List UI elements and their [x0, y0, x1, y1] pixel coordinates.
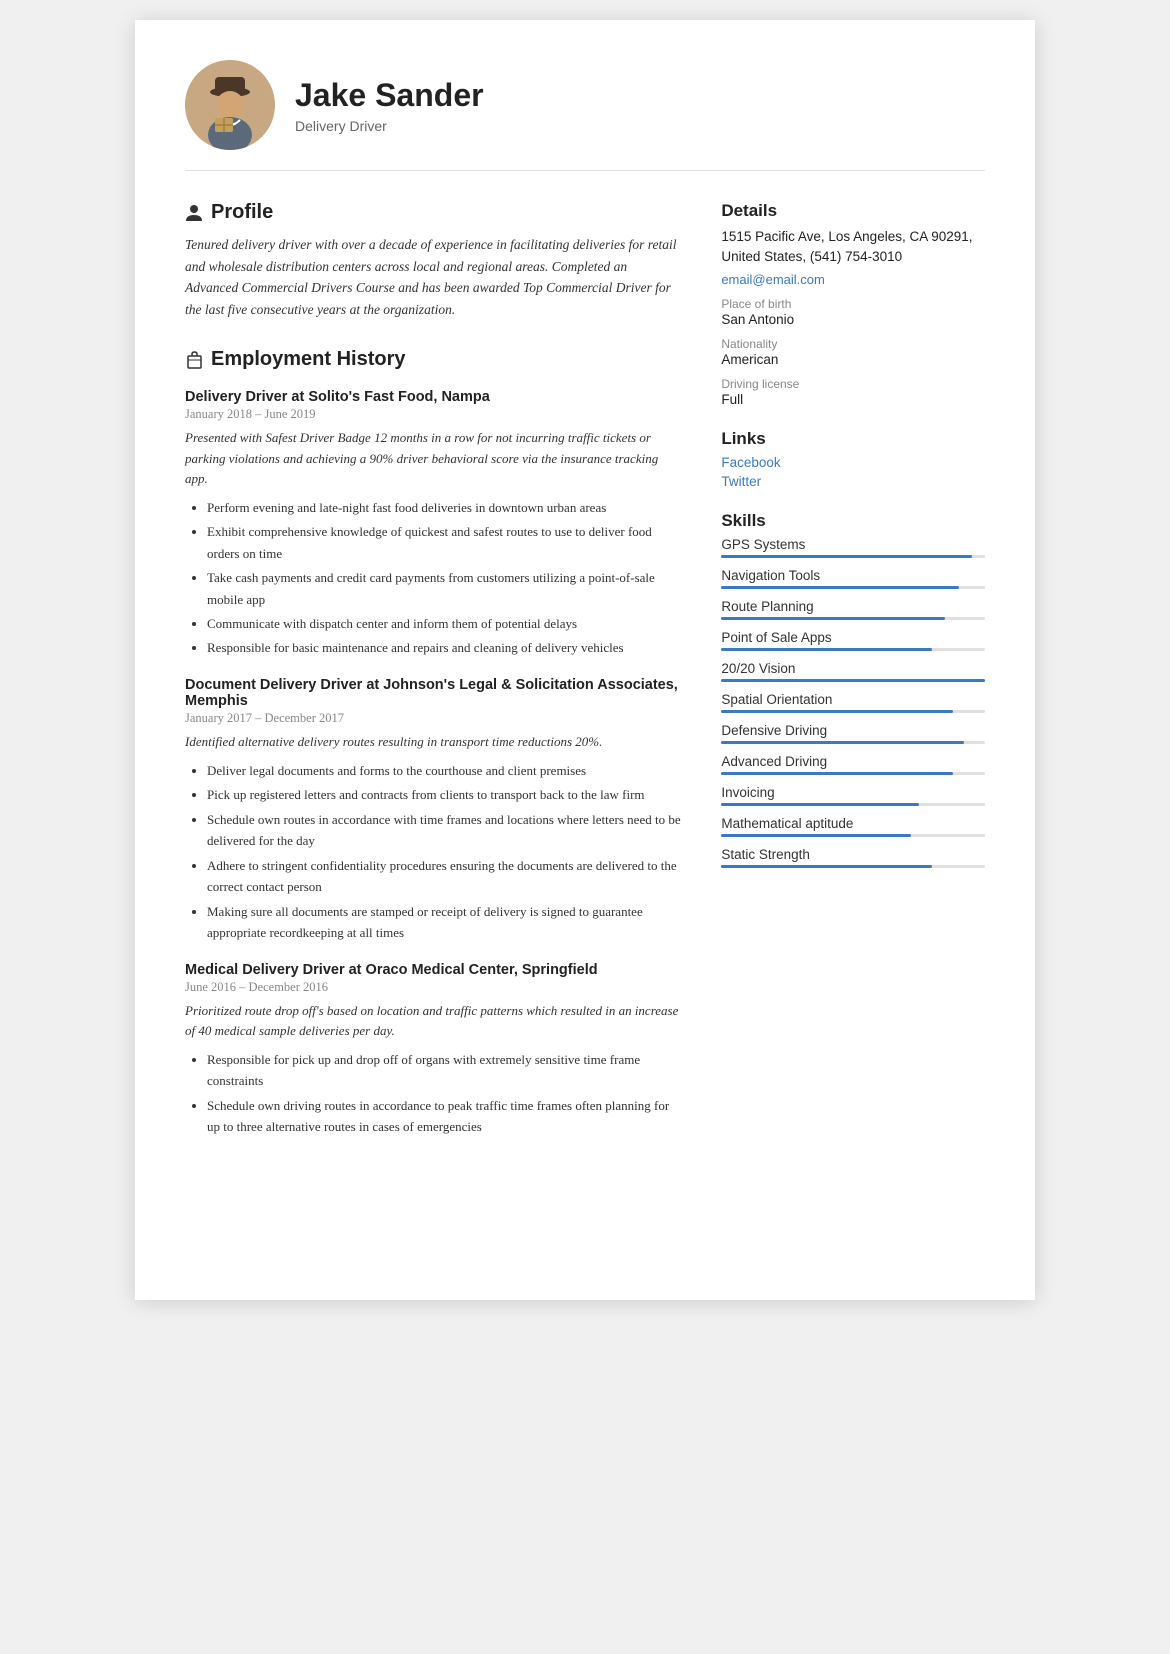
- skill-bar-fill: [721, 834, 911, 837]
- nationality-value: American: [721, 352, 985, 367]
- profile-icon: [185, 204, 203, 222]
- detail-address: 1515 Pacific Ave, Los Angeles, CA 90291,…: [721, 227, 985, 268]
- skill-item: Mathematical aptitude: [721, 816, 985, 837]
- skill-bar-fill: [721, 648, 932, 651]
- skills-section-title: Skills: [721, 511, 985, 531]
- nationality-label: Nationality: [721, 337, 985, 351]
- skill-bar-fill: [721, 865, 932, 868]
- bullet-item: Take cash payments and credit card payme…: [207, 567, 681, 610]
- profile-title: Profile: [211, 201, 273, 224]
- skill-bar-fill: [721, 555, 971, 558]
- candidate-name: Jake Sander: [295, 77, 985, 114]
- skill-item: Point of Sale Apps: [721, 630, 985, 651]
- skill-bar-bg: [721, 865, 985, 868]
- employment-icon: [185, 351, 203, 369]
- job-title-2: Document Delivery Driver at Johnson's Le…: [185, 677, 681, 709]
- bullet-item: Schedule own routes in accordance with t…: [207, 809, 681, 852]
- skill-item: Spatial Orientation: [721, 692, 985, 713]
- skill-name: Route Planning: [721, 599, 985, 614]
- profile-text: Tenured delivery driver with over a deca…: [185, 234, 681, 320]
- place-of-birth-label: Place of birth: [721, 297, 985, 311]
- job-title-1: Delivery Driver at Solito's Fast Food, N…: [185, 389, 681, 405]
- skill-name: Static Strength: [721, 847, 985, 862]
- right-column: Details 1515 Pacific Ave, Los Angeles, C…: [721, 201, 985, 1141]
- skill-bar-bg: [721, 555, 985, 558]
- place-of-birth-value: San Antonio: [721, 312, 985, 327]
- skill-bar-fill: [721, 710, 953, 713]
- links-section-title: Links: [721, 429, 985, 449]
- details-section-title: Details: [721, 201, 985, 221]
- profile-section-header: Profile: [185, 201, 681, 224]
- skill-name: Point of Sale Apps: [721, 630, 985, 645]
- job-bullets-1: Perform evening and late-night fast food…: [185, 497, 681, 659]
- skill-name: Advanced Driving: [721, 754, 985, 769]
- skill-name: Defensive Driving: [721, 723, 985, 738]
- skill-bar-bg: [721, 617, 985, 620]
- skill-name: GPS Systems: [721, 537, 985, 552]
- bullet-item: Communicate with dispatch center and inf…: [207, 613, 681, 634]
- jobs-container: Delivery Driver at Solito's Fast Food, N…: [185, 389, 681, 1137]
- job-date-2: January 2017 – December 2017: [185, 711, 681, 726]
- job-summary-3: Prioritized route drop off's based on lo…: [185, 1001, 681, 1041]
- skill-bar-bg: [721, 803, 985, 806]
- skill-item: Defensive Driving: [721, 723, 985, 744]
- bullet-item: Deliver legal documents and forms to the…: [207, 760, 681, 781]
- employment-section-header: Employment History: [185, 348, 681, 371]
- skill-name: Spatial Orientation: [721, 692, 985, 707]
- job-date-3: June 2016 – December 2016: [185, 980, 681, 995]
- resume-header: Jake Sander Delivery Driver: [185, 60, 985, 171]
- header-info: Jake Sander Delivery Driver: [295, 77, 985, 134]
- bullet-item: Perform evening and late-night fast food…: [207, 497, 681, 518]
- left-column: Profile Tenured delivery driver with ove…: [185, 201, 681, 1141]
- bullet-item: Pick up registered letters and contracts…: [207, 784, 681, 805]
- bullet-item: Exhibit comprehensive knowledge of quick…: [207, 521, 681, 564]
- detail-email: email@email.com: [721, 272, 985, 287]
- skill-bar-bg: [721, 741, 985, 744]
- employment-title: Employment History: [211, 348, 405, 371]
- skill-name: 20/20 Vision: [721, 661, 985, 676]
- skill-bar-fill: [721, 803, 919, 806]
- skill-bar-bg: [721, 710, 985, 713]
- avatar: [185, 60, 275, 150]
- job-summary-2: Identified alternative delivery routes r…: [185, 732, 681, 752]
- skill-bar-bg: [721, 834, 985, 837]
- skill-bar-fill: [721, 679, 985, 682]
- skill-item: Navigation Tools: [721, 568, 985, 589]
- main-layout: Profile Tenured delivery driver with ove…: [185, 201, 985, 1141]
- skill-item: Advanced Driving: [721, 754, 985, 775]
- bullet-item: Responsible for basic maintenance and re…: [207, 637, 681, 658]
- candidate-title: Delivery Driver: [295, 118, 985, 134]
- link-facebook[interactable]: Facebook: [721, 455, 985, 470]
- bullet-item: Responsible for pick up and drop off of …: [207, 1049, 681, 1092]
- job-bullets-2: Deliver legal documents and forms to the…: [185, 760, 681, 944]
- skill-bar-bg: [721, 586, 985, 589]
- driving-license-label: Driving license: [721, 377, 985, 391]
- job-summary-1: Presented with Safest Driver Badge 12 mo…: [185, 428, 681, 488]
- resume-page: Jake Sander Delivery Driver Profile Tenu…: [135, 20, 1035, 1300]
- skill-bar-bg: [721, 679, 985, 682]
- skill-bar-bg: [721, 772, 985, 775]
- skill-item: Invoicing: [721, 785, 985, 806]
- driving-license-value: Full: [721, 392, 985, 407]
- bullet-item: Adhere to stringent confidentiality proc…: [207, 855, 681, 898]
- skill-item: Static Strength: [721, 847, 985, 868]
- skill-bar-fill: [721, 741, 964, 744]
- bullet-item: Making sure all documents are stamped or…: [207, 901, 681, 944]
- skill-item: GPS Systems: [721, 537, 985, 558]
- skill-bar-bg: [721, 648, 985, 651]
- skill-item: Route Planning: [721, 599, 985, 620]
- link-twitter[interactable]: Twitter: [721, 474, 985, 489]
- job-bullets-3: Responsible for pick up and drop off of …: [185, 1049, 681, 1138]
- job-date-1: January 2018 – June 2019: [185, 407, 681, 422]
- job-title-3: Medical Delivery Driver at Oraco Medical…: [185, 962, 681, 978]
- bullet-item: Schedule own driving routes in accordanc…: [207, 1095, 681, 1138]
- skill-bar-fill: [721, 772, 953, 775]
- skill-name: Mathematical aptitude: [721, 816, 985, 831]
- skill-item: 20/20 Vision: [721, 661, 985, 682]
- skill-name: Invoicing: [721, 785, 985, 800]
- skill-name: Navigation Tools: [721, 568, 985, 583]
- skill-bar-fill: [721, 617, 945, 620]
- skill-bar-fill: [721, 586, 958, 589]
